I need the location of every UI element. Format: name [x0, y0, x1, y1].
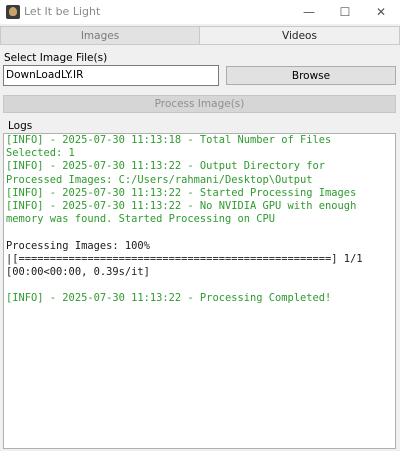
tab-videos-label: Videos: [282, 29, 317, 42]
select-image-label: Select Image File(s): [4, 52, 108, 64]
log-line: [INFO] - 2025-07-30 11:13:22 - No NVIDIA…: [6, 200, 357, 213]
log-line: Processing Images: 100%: [6, 239, 150, 252]
log-line: [INFO] - 2025-07-30 11:13:22 - Processin…: [6, 292, 332, 305]
process-images-label: Process Image(s): [154, 98, 245, 110]
image-path-field[interactable]: DownLoadLY.IR: [3, 65, 219, 86]
log-line: |[======================================…: [6, 252, 363, 265]
window-title: Let It be Light: [24, 5, 101, 18]
close-icon: ✕: [375, 5, 387, 19]
tab-images[interactable]: Images: [0, 26, 200, 45]
tab-images-label: Images: [80, 29, 120, 42]
log-line: Processed Images: C:/Users/rahmani/Deskt…: [6, 173, 313, 186]
logs-label: Logs: [8, 120, 33, 132]
browse-button[interactable]: Browse: [226, 66, 396, 85]
app-icon: [6, 5, 20, 19]
log-line: memory was found. Started Processing on …: [6, 213, 275, 226]
log-line: Selected: 1: [6, 147, 75, 160]
tab-bar: Images Videos: [0, 24, 400, 46]
tab-videos[interactable]: Videos: [199, 26, 400, 45]
title-bar: Let It be Light — ☐ ✕: [0, 0, 400, 24]
logs-output[interactable]: [INFO] - 2025-07-30 11:13:18 - Total Num…: [3, 133, 396, 449]
minimize-button[interactable]: —: [291, 0, 327, 24]
log-line: [INFO] - 2025-07-30 11:13:22 - Started P…: [6, 186, 357, 199]
log-line: [INFO] - 2025-07-30 11:13:18 - Total Num…: [6, 134, 332, 146]
browse-button-label: Browse: [291, 69, 331, 82]
maximize-icon: ☐: [339, 5, 351, 19]
maximize-button[interactable]: ☐: [327, 0, 363, 24]
process-images-button[interactable]: Process Image(s): [3, 95, 396, 113]
log-line: [00:00<00:00, 0.39s/it]: [6, 266, 150, 279]
close-button[interactable]: ✕: [363, 0, 399, 24]
log-line: [INFO] - 2025-07-30 11:13:22 - Output Di…: [6, 160, 326, 173]
minimize-icon: —: [303, 5, 315, 19]
